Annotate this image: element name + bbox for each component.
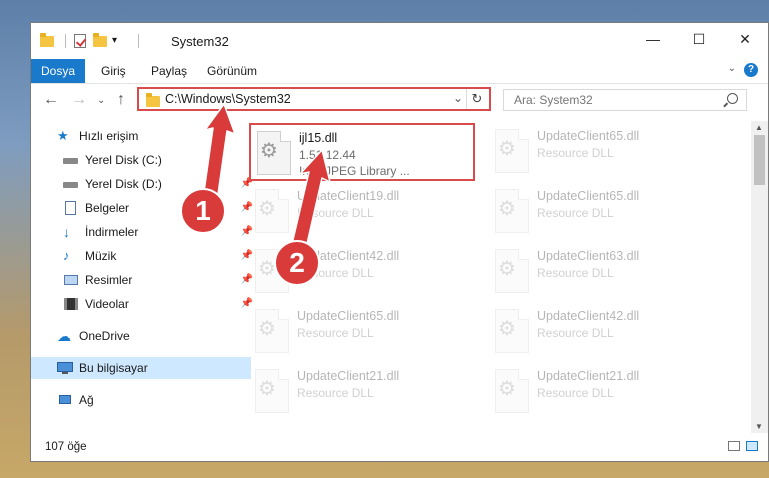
new-folder-icon[interactable] [92,33,108,49]
vertical-scrollbar[interactable]: ▲ ▼ [751,121,768,433]
customize-toolbar-icon[interactable]: ▾ [112,33,128,49]
gear-icon: ⚙ [258,378,276,400]
gear-icon: ⚙ [258,198,276,220]
pictures-icon [63,273,79,287]
file-item[interactable]: ⚙ UpdateClient42.dll Resource DLL [489,303,715,361]
music-icon: ♪ [63,248,70,263]
help-icon[interactable]: ? [744,63,758,77]
documents-icon [63,201,79,215]
close-button[interactable]: ✕ [722,23,768,55]
tab-file[interactable]: Dosya [31,59,86,83]
maximize-button[interactable]: ☐ [676,23,722,55]
quick-access-toolbar: ▾ [39,33,145,49]
step-1-badge: 1 [180,188,226,234]
details-view-icon[interactable] [728,441,740,451]
sidebar-item-quick-access[interactable]: ★ Hızlı erişim [31,125,251,147]
address-bar[interactable]: C:\Windows\System32 ⌄ ↻ [137,87,491,111]
gear-icon: ⚙ [258,318,276,340]
sidebar-item-this-pc[interactable]: Bu bilgisayar [31,357,251,379]
sidebar-item-pictures[interactable]: Resimler 📌 [31,269,257,291]
drive-icon [63,153,79,167]
gear-icon: ⚙ [498,258,516,280]
file-item[interactable]: ⚙ UpdateClient19.dll Resource DLL [249,183,475,241]
window-title: System32 [171,34,229,49]
view-switcher [722,441,758,451]
sidebar-item-disk-d[interactable]: Yerel Disk (D:) 📌 [31,173,257,195]
explorer-window: ▾ System32 — ☐ ✕ Dosya Giriş Paylaş Görü… [30,22,769,462]
sidebar-item-music[interactable]: ♪ Müzik 📌 [31,245,257,267]
file-item[interactable]: ⚙ UpdateClient65.dll Resource DLL [249,303,475,361]
forward-arrow-icon[interactable]: → [71,91,87,109]
status-bar: 107 öğe [31,435,768,461]
item-count: 107 öğe [45,441,87,453]
gear-icon: ⚙ [498,138,516,160]
ribbon-tabs: Dosya Giriş Paylaş Görünüm ⌄ ? [31,59,768,84]
network-icon [57,393,73,407]
back-arrow-icon[interactable]: ← [43,91,59,109]
folder-icon [39,33,55,49]
chevron-down-icon[interactable]: ⌄ [453,91,463,105]
refresh-icon[interactable]: ↻ [466,89,487,109]
address-path[interactable]: C:\Windows\System32 [165,92,291,106]
cloud-icon: ☁ [57,328,71,344]
sidebar-item-disk-c[interactable]: Yerel Disk (C:) [31,149,257,171]
folder-icon [145,93,161,107]
file-item[interactable]: ⚙ UpdateClient65.dll Resource DLL [489,183,715,241]
scroll-down-icon[interactable]: ▼ [755,422,763,431]
file-item[interactable]: ⚙ UpdateClient21.dll Resource DLL [249,363,475,421]
sidebar-item-downloads[interactable]: ↓ İndirmeler 📌 [31,221,257,243]
title-bar: ▾ System32 — ☐ ✕ [31,23,768,61]
gear-icon: ⚙ [498,198,516,220]
minimize-button[interactable]: — [630,23,676,55]
navigation-bar: ← → ⌄ ↑ C:\Windows\System32 ⌄ ↻ [31,83,768,117]
navigation-pane: ★ Hızlı erişim Yerel Disk (C:) Yerel Dis… [31,121,253,431]
file-item-ijl15[interactable]: ⚙ ijl15.dll 1.51.12.44 Intel JPEG Librar… [249,123,475,181]
scrollbar-thumb[interactable] [754,135,765,185]
expand-ribbon-icon[interactable]: ⌄ [728,63,736,74]
video-icon [63,297,79,311]
tab-home[interactable]: Giriş [91,59,136,83]
drive-icon [63,177,79,191]
scroll-up-icon[interactable]: ▲ [755,123,763,132]
sidebar-item-onedrive[interactable]: ☁ OneDrive [31,325,251,347]
computer-icon [57,361,73,375]
file-item[interactable]: ⚙ UpdateClient63.dll Resource DLL [489,243,715,301]
gear-icon: ⚙ [498,378,516,400]
recent-locations-icon[interactable]: ⌄ [97,95,105,106]
properties-icon[interactable] [72,33,88,49]
download-icon: ↓ [63,224,70,240]
step-2-badge: 2 [274,240,320,286]
tab-share[interactable]: Paylaş [141,59,197,83]
gear-icon: ⚙ [260,140,278,162]
tab-view[interactable]: Görünüm [197,59,267,83]
file-item[interactable]: ⚙ UpdateClient21.dll Resource DLL [489,363,715,421]
large-icons-view-icon[interactable] [746,441,758,451]
file-item[interactable]: ⚙ UpdateClient65.dll Resource DLL [489,123,715,181]
sidebar-item-network[interactable]: Ağ [31,389,251,411]
search-input[interactable] [512,92,716,108]
up-arrow-icon[interactable]: ↑ [117,91,125,109]
sidebar-item-videos[interactable]: Videolar 📌 [31,293,257,315]
gear-icon: ⚙ [498,318,516,340]
star-icon: ★ [57,128,69,143]
search-box[interactable] [503,89,747,111]
search-icon [727,93,738,104]
